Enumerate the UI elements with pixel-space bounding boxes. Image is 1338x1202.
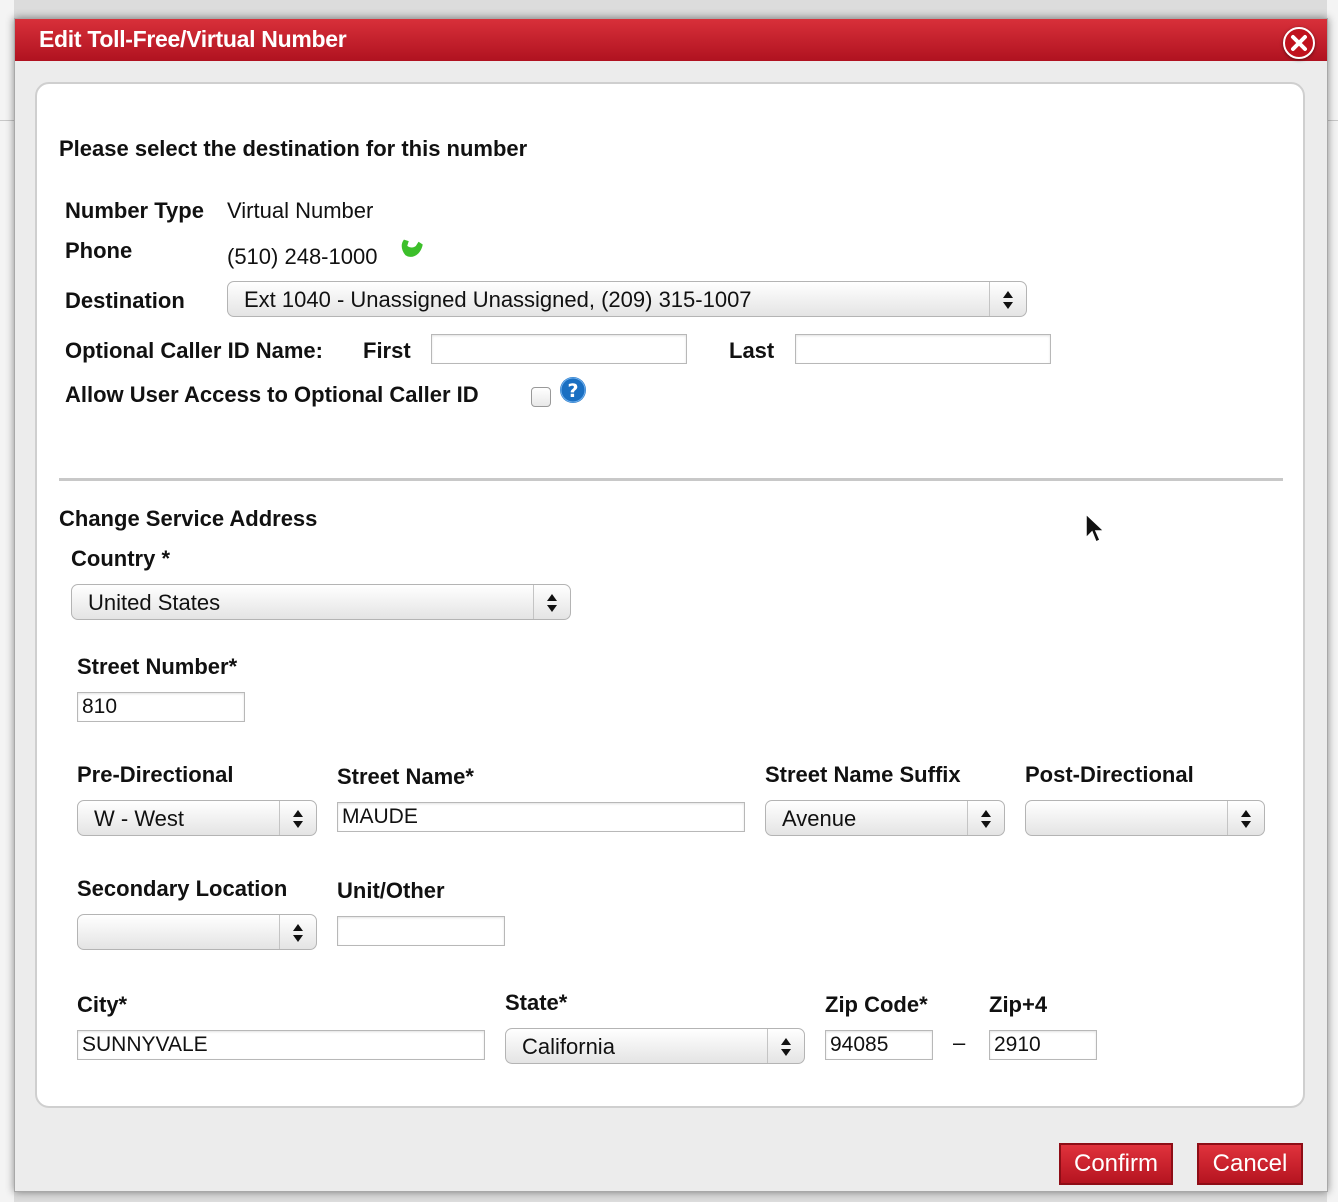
destination-heading: Please select the destination for this n… <box>59 136 528 161</box>
select-arrows-icon <box>533 585 570 619</box>
dialog-titlebar[interactable]: Edit Toll-Free/Virtual Number <box>15 19 1327 61</box>
background-page-right <box>1327 0 1338 1202</box>
zip-separator: – <box>953 1030 966 1055</box>
allow-access-checkbox[interactable] <box>531 387 551 407</box>
post-directional-label: Post-Directional <box>1025 762 1194 787</box>
first-name-label: First <box>363 338 411 363</box>
dialog-title: Edit Toll-Free/Virtual Number <box>39 26 347 52</box>
close-button[interactable] <box>1283 27 1315 59</box>
street-number-input[interactable]: 810 <box>77 692 245 722</box>
post-directional-select[interactable] <box>1025 800 1265 836</box>
cancel-button[interactable]: Cancel <box>1197 1143 1303 1185</box>
mouse-cursor-icon <box>1085 512 1106 544</box>
caller-id-label: Optional Caller ID Name: <box>65 338 323 363</box>
country-label: Country * <box>71 546 170 571</box>
phone-icon[interactable] <box>399 234 427 260</box>
close-icon <box>1291 35 1307 51</box>
background-divider <box>1327 120 1338 121</box>
pre-directional-selected-value: W - West <box>94 806 185 831</box>
zip4-label: Zip+4 <box>989 992 1048 1017</box>
select-arrows-icon <box>989 282 1026 316</box>
help-icon[interactable]: ? <box>559 376 587 404</box>
last-name-label: Last <box>729 338 775 363</box>
select-arrows-icon <box>967 801 1004 835</box>
destination-select[interactable]: Ext 1040 - Unassigned Unassigned, (209) … <box>227 281 1027 317</box>
zip-code-input[interactable]: 94085 <box>825 1030 933 1060</box>
form-panel: Please select the destination for this n… <box>35 82 1305 1108</box>
select-arrows-icon <box>767 1029 804 1063</box>
country-select[interactable]: United States <box>71 584 571 620</box>
city-label: City* <box>77 992 128 1017</box>
state-label: State* <box>505 990 568 1015</box>
number-type-label: Number Type <box>65 198 204 223</box>
allow-access-label: Allow User Access to Optional Caller ID <box>65 382 479 407</box>
section-divider <box>59 478 1283 481</box>
svg-text:?: ? <box>567 380 578 402</box>
select-arrows-icon <box>1227 801 1264 835</box>
caller-id-first-input[interactable] <box>431 334 687 364</box>
street-suffix-select[interactable]: Avenue <box>765 800 1005 836</box>
unit-other-label: Unit/Other <box>337 878 445 903</box>
state-select[interactable]: California <box>505 1028 805 1064</box>
caller-id-last-input[interactable] <box>795 334 1051 364</box>
destination-label: Destination <box>65 288 185 313</box>
background-divider <box>0 120 14 121</box>
street-suffix-label: Street Name Suffix <box>765 762 961 787</box>
state-selected-value: California <box>522 1034 615 1059</box>
number-type-value: Virtual Number <box>227 198 374 223</box>
pre-directional-select[interactable]: W - West <box>77 800 317 836</box>
secondary-location-select[interactable] <box>77 914 317 950</box>
street-name-label: Street Name* <box>337 764 474 789</box>
select-arrows-icon <box>279 801 316 835</box>
confirm-button[interactable]: Confirm <box>1059 1143 1173 1185</box>
street-name-input[interactable]: MAUDE <box>337 802 745 832</box>
service-address-heading: Change Service Address <box>59 506 318 531</box>
zip-code-label: Zip Code* <box>825 992 928 1017</box>
background-page <box>0 0 14 1202</box>
zip4-input[interactable]: 2910 <box>989 1030 1097 1060</box>
destination-selected-value: Ext 1040 - Unassigned Unassigned, (209) … <box>244 287 752 312</box>
pre-directional-label: Pre-Directional <box>77 762 234 787</box>
street-suffix-selected-value: Avenue <box>782 806 857 831</box>
unit-other-input[interactable] <box>337 916 505 946</box>
phone-label: Phone <box>65 238 133 263</box>
edit-number-dialog: Edit Toll-Free/Virtual Number Please sel… <box>14 18 1328 1192</box>
city-input[interactable]: SUNNYVALE <box>77 1030 485 1060</box>
country-selected-value: United States <box>88 590 221 615</box>
secondary-location-label: Secondary Location <box>77 876 288 901</box>
phone-value: (510) 248-1000 <box>227 244 378 269</box>
street-number-label: Street Number* <box>77 654 238 679</box>
select-arrows-icon <box>279 915 316 949</box>
